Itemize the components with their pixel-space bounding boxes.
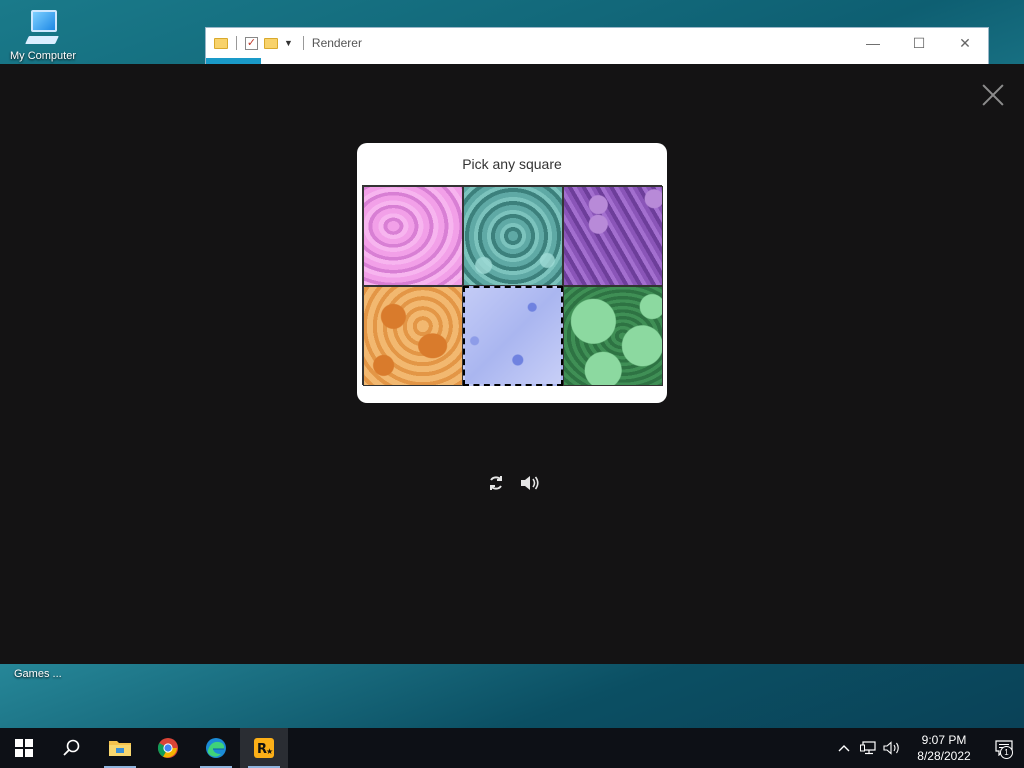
folder-icon[interactable] <box>214 37 228 49</box>
taskbar-file-explorer[interactable] <box>96 728 144 768</box>
chevron-down-icon[interactable]: ▼ <box>284 38 293 48</box>
search-button[interactable] <box>48 728 96 768</box>
start-icon <box>15 739 33 757</box>
separator <box>236 36 237 50</box>
desktop-icon-games-label[interactable]: Games ... <box>14 668 62 680</box>
captcha-grid <box>362 185 663 386</box>
maximize-button[interactable]: ☐ <box>896 29 942 57</box>
chrome-icon <box>157 738 178 758</box>
new-folder-icon[interactable] <box>264 37 278 49</box>
close-icon[interactable] <box>982 84 1004 106</box>
desktop-icon-my-computer[interactable]: My Computer <box>8 8 78 62</box>
clock-date: 8/28/2022 <box>917 749 971 763</box>
show-hidden-icons-button[interactable] <box>832 744 856 752</box>
separator <box>302 36 304 50</box>
captcha-tools <box>486 473 540 493</box>
desktop-icon-label: My Computer <box>9 50 77 62</box>
taskbar-edge[interactable] <box>192 728 240 768</box>
audio-button[interactable] <box>520 473 540 493</box>
computer-icon <box>25 8 61 48</box>
network-button[interactable] <box>856 741 880 755</box>
captcha-tile-teal[interactable] <box>463 186 563 286</box>
window-titlebar: ✓ ▼ Renderer — ☐ ✕ <box>206 28 988 58</box>
network-icon <box>860 741 876 755</box>
refresh-icon <box>490 476 502 490</box>
close-window-button[interactable]: ✕ <box>942 29 988 57</box>
start-button[interactable] <box>0 728 48 768</box>
clock[interactable]: 9:07 PM 8/28/2022 <box>904 732 984 764</box>
edge-icon <box>206 738 226 758</box>
file-explorer-icon <box>109 741 131 756</box>
search-icon <box>63 739 80 756</box>
properties-icon[interactable]: ✓ <box>245 36 258 50</box>
taskbar-rockstar[interactable]: R ★ <box>240 728 288 768</box>
file-explorer-window: ✓ ▼ Renderer — ☐ ✕ <box>205 27 989 67</box>
chevron-up-icon <box>838 745 850 752</box>
taskbar-chrome[interactable] <box>144 728 192 768</box>
volume-icon <box>883 741 899 755</box>
notification-badge: 1 <box>1000 746 1013 759</box>
captcha-tile-orange[interactable] <box>363 286 463 386</box>
captcha-tile-green[interactable] <box>563 286 663 386</box>
audio-icon <box>521 476 539 490</box>
captcha-prompt: Pick any square <box>462 156 562 172</box>
action-center-button[interactable]: 1 <box>984 728 1024 768</box>
taskbar: R ★ 9:07 PM 8/28/2022 1 <box>0 728 1024 768</box>
svg-text:★: ★ <box>266 747 273 756</box>
minimize-button[interactable]: — <box>850 29 896 57</box>
window-title: Renderer <box>311 36 362 50</box>
captcha-tile-blue[interactable] <box>463 286 563 386</box>
rockstar-icon: R ★ <box>254 738 274 758</box>
clock-time: 9:07 PM <box>921 733 967 747</box>
refresh-button[interactable] <box>486 473 506 493</box>
volume-button[interactable] <box>880 741 904 755</box>
system-tray: 9:07 PM 8/28/2022 1 <box>832 728 1024 768</box>
captcha-tile-purple[interactable] <box>563 186 663 286</box>
captcha-tile-pink[interactable] <box>363 186 463 286</box>
captcha-dialog: Pick any square <box>357 143 667 403</box>
